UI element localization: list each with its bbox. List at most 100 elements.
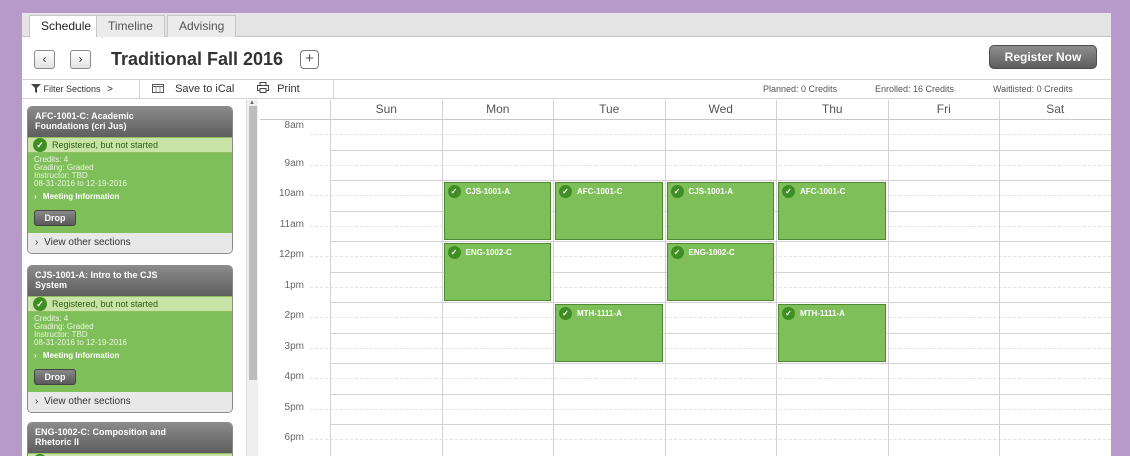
event-label: MTH-1111-A	[577, 309, 622, 318]
calendar-day-header: Sun Mon Tue Wed Thu Fri Sat	[260, 100, 1111, 120]
tab-bar: Schedule Timeline Advising	[22, 13, 1111, 38]
schedule-event[interactable]: ✓ CJS-1001-A	[443, 182, 551, 240]
course-card: ENG-1002-C: Composition and Rhetoric II …	[27, 422, 233, 456]
half-hour-gridline	[310, 317, 1111, 319]
print-button[interactable]: Print	[257, 80, 300, 99]
chevron-right-icon: >	[107, 84, 113, 95]
next-term-button[interactable]: ›	[70, 50, 91, 69]
half-hour-gridline	[310, 134, 1111, 136]
hour-label: 8am	[284, 120, 304, 131]
hour-label: 9am	[284, 157, 304, 169]
schedule-event[interactable]: ✓ MTH-1111-A	[555, 304, 663, 362]
hour-gridline	[330, 363, 1111, 364]
half-hour-gridline	[310, 347, 1111, 349]
print-label: Print	[277, 83, 300, 95]
check-circle-icon: ✓	[447, 246, 461, 259]
event-label: CJS-1001-A	[465, 187, 510, 196]
course-title-line: Rhetoric II	[35, 437, 80, 447]
drop-button[interactable]: Drop	[34, 369, 76, 385]
view-other-sections-link[interactable]: › View other sections	[28, 392, 232, 412]
day-column-divider	[999, 120, 1000, 456]
calendar-icon	[152, 84, 164, 93]
hour-label: 5pm	[284, 401, 304, 413]
hour-gridline	[330, 393, 1111, 395]
registration-status: ✓ Registered, but not started	[28, 137, 232, 153]
course-card: AFC-1001-C: Academic Foundations (cri Ju…	[27, 106, 233, 254]
chevron-right-icon: ›	[35, 237, 39, 248]
event-label: MTH-1111-A	[800, 309, 845, 318]
hour-label: 11am	[279, 218, 304, 230]
half-hour-gridline	[310, 164, 1111, 166]
save-to-ical-label: Save to iCal	[175, 83, 235, 95]
day-header-tue: Tue	[553, 100, 665, 120]
hour-gridline	[330, 241, 1111, 242]
status-text: Registered, but not started	[52, 140, 159, 150]
meeting-information-toggle[interactable]: › Meeting Information	[34, 352, 226, 360]
check-circle-icon: ✓	[559, 307, 572, 320]
view-other-sections-label: View other sections	[44, 396, 131, 407]
chevron-right-icon: ›	[78, 52, 83, 66]
day-column-divider	[887, 120, 889, 456]
chevron-left-icon: ‹	[42, 52, 47, 66]
course-title-line: System	[35, 280, 68, 290]
hour-label: 6pm	[284, 432, 304, 443]
tab-timeline[interactable]: Timeline	[96, 15, 165, 37]
day-header-fri: Fri	[887, 100, 1000, 120]
status-text: Registered, but not started	[52, 299, 159, 309]
drop-button[interactable]: Drop	[34, 210, 76, 226]
tab-schedule[interactable]: Schedule	[29, 15, 104, 38]
course-title-line: ENG-1002-C: Composition and	[35, 427, 167, 437]
course-details: Credits: 4 Grading: Graded Instructor: T…	[28, 312, 232, 392]
filter-icon	[31, 84, 41, 93]
day-header-thu: Thu	[776, 100, 888, 120]
half-hour-gridline	[310, 408, 1111, 410]
term-header: ‹ › Traditional Fall 2016 + Register Now	[22, 38, 1111, 78]
day-column-divider	[553, 120, 554, 456]
prev-term-button[interactable]: ‹	[34, 50, 55, 69]
hour-gridline	[330, 302, 1111, 303]
schedule-event[interactable]: ✓ CJS-1001-A	[666, 182, 774, 240]
schedule-event[interactable]: ✓ ENG-1002-C	[443, 243, 551, 301]
course-list-scrollbar[interactable]: ▲	[246, 100, 258, 456]
toolbar-divider	[333, 80, 334, 99]
check-circle-icon: ✓	[782, 185, 795, 198]
hour-gridline	[330, 332, 1111, 334]
check-circle-icon: ✓	[33, 138, 47, 152]
course-title-line: Foundations (cri Jus)	[35, 121, 127, 131]
planned-credits: Planned: 0 Credits	[763, 84, 838, 94]
filter-sections-button[interactable]: Filter Sections >	[31, 80, 113, 99]
course-list: AFC-1001-C: Academic Foundations (cri Ju…	[22, 100, 244, 456]
term-title: Traditional Fall 2016	[111, 49, 284, 69]
view-other-sections-label: View other sections	[44, 237, 131, 248]
check-circle-icon: ✓	[559, 185, 572, 198]
view-other-sections-link[interactable]: › View other sections	[28, 233, 232, 253]
course-title[interactable]: ENG-1002-C: Composition and Rhetoric II	[28, 423, 232, 453]
half-hour-gridline	[310, 378, 1111, 380]
course-title-line: CJS-1001-A: Intro to the CJS	[35, 270, 158, 280]
event-label: AFC-1001-C	[577, 187, 623, 196]
schedule-event[interactable]: ✓ ENG-1002-C	[666, 243, 774, 301]
day-header-wed: Wed	[664, 100, 777, 120]
tab-advising[interactable]: Advising	[167, 15, 237, 37]
schedule-planner: Schedule Timeline Advising ‹ › Tradition…	[22, 13, 1111, 456]
day-column-divider	[776, 120, 777, 456]
hour-label: 3pm	[284, 340, 304, 352]
schedule-event[interactable]: ✓ MTH-1111-A	[778, 304, 886, 362]
day-column-divider	[1110, 120, 1111, 456]
meeting-information-toggle[interactable]: › Meeting Information	[34, 193, 226, 201]
dates-text: 08-31-2016 to 12-19-2016	[34, 179, 127, 188]
chevron-right-icon: ›	[34, 192, 37, 201]
hour-label: 2pm	[284, 310, 304, 321]
scrollbar-thumb[interactable]	[249, 106, 257, 380]
add-term-button[interactable]: +	[300, 50, 319, 69]
register-now-button[interactable]: Register Now	[989, 45, 1097, 69]
dates-text: 08-31-2016 to 12-19-2016	[34, 338, 127, 347]
course-title[interactable]: CJS-1001-A: Intro to the CJS System	[28, 266, 232, 296]
chevron-right-icon: ›	[35, 396, 39, 407]
check-circle-icon: ✓	[670, 246, 684, 259]
save-to-ical-button[interactable]: Save to iCal	[152, 80, 234, 99]
schedule-event[interactable]: ✓ AFC-1001-C	[555, 182, 663, 240]
course-title[interactable]: AFC-1001-C: Academic Foundations (cri Ju…	[28, 107, 232, 137]
schedule-event[interactable]: ✓ AFC-1001-C	[778, 182, 886, 240]
event-label: ENG-1002-C	[688, 248, 735, 257]
